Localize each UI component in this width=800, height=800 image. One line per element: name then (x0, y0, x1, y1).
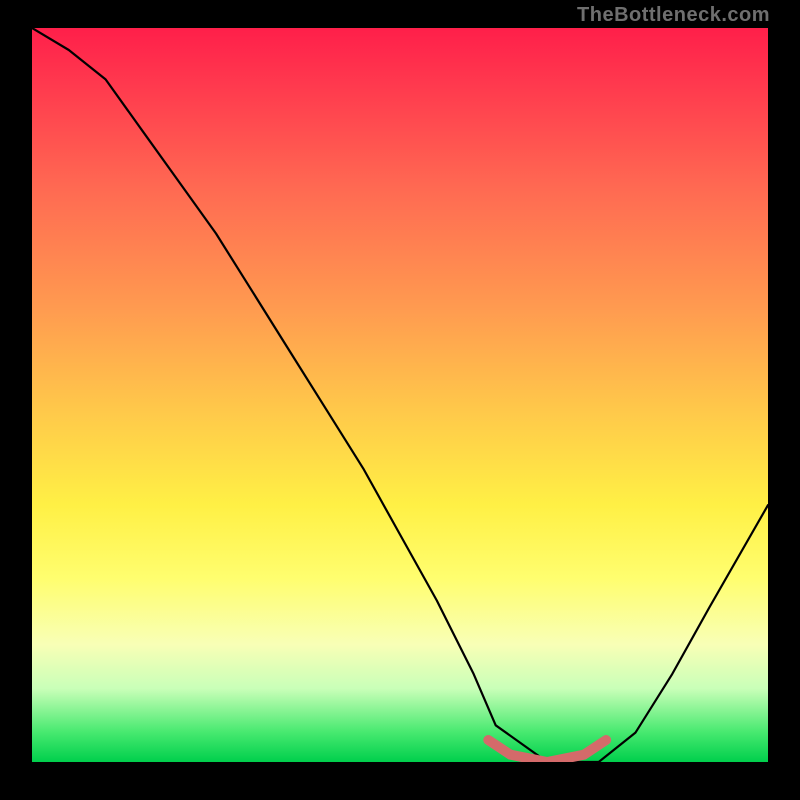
valley-highlight (488, 740, 606, 762)
bottleneck-curve (32, 28, 768, 762)
plot-area (32, 28, 768, 762)
curve-layer (32, 28, 768, 762)
watermark-text: TheBottleneck.com (577, 4, 770, 27)
chart-frame: TheBottleneck.com (0, 0, 800, 800)
